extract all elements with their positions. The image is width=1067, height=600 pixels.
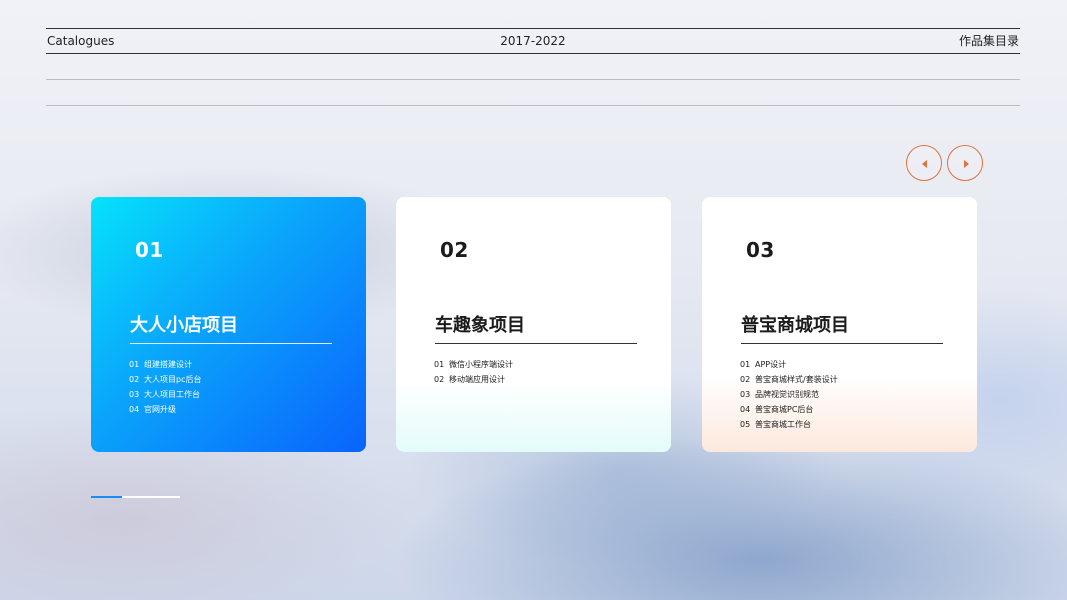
item-index: 03 [740, 390, 751, 399]
item-label: 普宝商城工作台 [755, 420, 811, 429]
item-index: 04 [129, 405, 140, 414]
item-label: 官网升级 [144, 405, 176, 414]
item-index: 04 [740, 405, 751, 414]
list-item: 04 普宝商城PC后台 [740, 402, 838, 417]
item-index: 02 [129, 375, 140, 384]
card-item-list: 01 微信小程序端设计 02 移动端应用设计 [434, 357, 513, 387]
item-index: 01 [129, 360, 140, 369]
caret-left-icon [922, 160, 927, 168]
item-label: 大人项目工作台 [144, 390, 200, 399]
list-item: 03 品牌视觉识别规范 [740, 387, 838, 402]
item-label: 组建搭建设计 [144, 360, 192, 369]
project-card-1[interactable]: 01 大人小店项目 01 组建搭建设计 02 大人项目pc后台 03 大人项目工作台 … [91, 197, 366, 452]
card-divider [741, 343, 943, 344]
item-label: 普宝商城样式/套装设计 [755, 375, 838, 384]
divider-line [46, 79, 1020, 80]
item-index: 01 [434, 360, 445, 369]
list-item: 02 移动端应用设计 [434, 372, 513, 387]
prev-button[interactable] [906, 145, 942, 181]
item-label: 移动端应用设计 [449, 375, 505, 384]
card-title: 普宝商城项目 [741, 315, 849, 336]
card-number: 03 [746, 238, 775, 262]
project-card-2[interactable]: 02 车趣象项目 01 微信小程序端设计 02 移动端应用设计 [396, 197, 671, 452]
item-index: 05 [740, 420, 751, 429]
list-item: 03 大人项目工作台 [129, 387, 201, 402]
item-label: 大人项目pc后台 [144, 375, 202, 384]
card-title: 大人小店项目 [130, 315, 238, 336]
item-label: 普宝商城PC后台 [755, 405, 814, 414]
list-item: 01 组建搭建设计 [129, 357, 201, 372]
card-number: 01 [135, 238, 164, 262]
card-title: 车趣象项目 [435, 315, 525, 336]
card-item-list: 01 APP设计 02 普宝商城样式/套装设计 03 品牌视觉识别规范 04 普宝商城P… [740, 357, 838, 432]
item-label: 品牌视觉识别规范 [755, 390, 819, 399]
carousel-progress[interactable] [91, 496, 180, 498]
list-item: 04 官网升级 [129, 402, 201, 417]
card-item-list: 01 组建搭建设计 02 大人项目pc后台 03 大人项目工作台 04 官网升级 [129, 357, 201, 417]
caret-right-icon [964, 160, 969, 168]
list-item: 01 微信小程序端设计 [434, 357, 513, 372]
project-card-3[interactable]: 03 普宝商城项目 01 APP设计 02 普宝商城样式/套装设计 03 品牌视觉识别… [702, 197, 977, 452]
item-index: 02 [740, 375, 751, 384]
divider-line [46, 105, 1020, 106]
item-index: 03 [129, 390, 140, 399]
item-index: 01 [740, 360, 751, 369]
list-item: 02 大人项目pc后台 [129, 372, 201, 387]
carousel-progress-fill [91, 496, 123, 498]
list-item: 05 普宝商城工作台 [740, 417, 838, 432]
card-number: 02 [440, 238, 469, 262]
list-item: 01 APP设计 [740, 357, 838, 372]
list-item: 02 普宝商城样式/套装设计 [740, 372, 838, 387]
item-index: 02 [434, 375, 445, 384]
card-divider [130, 343, 332, 344]
catalogue-header: Catalogues 2017-2022 作品集目录 [46, 28, 1020, 54]
item-label: 微信小程序端设计 [449, 360, 513, 369]
next-button[interactable] [947, 145, 983, 181]
card-divider [435, 343, 637, 344]
header-right-label: 作品集目录 [958, 34, 1019, 48]
item-label: APP设计 [755, 360, 787, 369]
header-year-range: 2017-2022 [500, 34, 566, 48]
